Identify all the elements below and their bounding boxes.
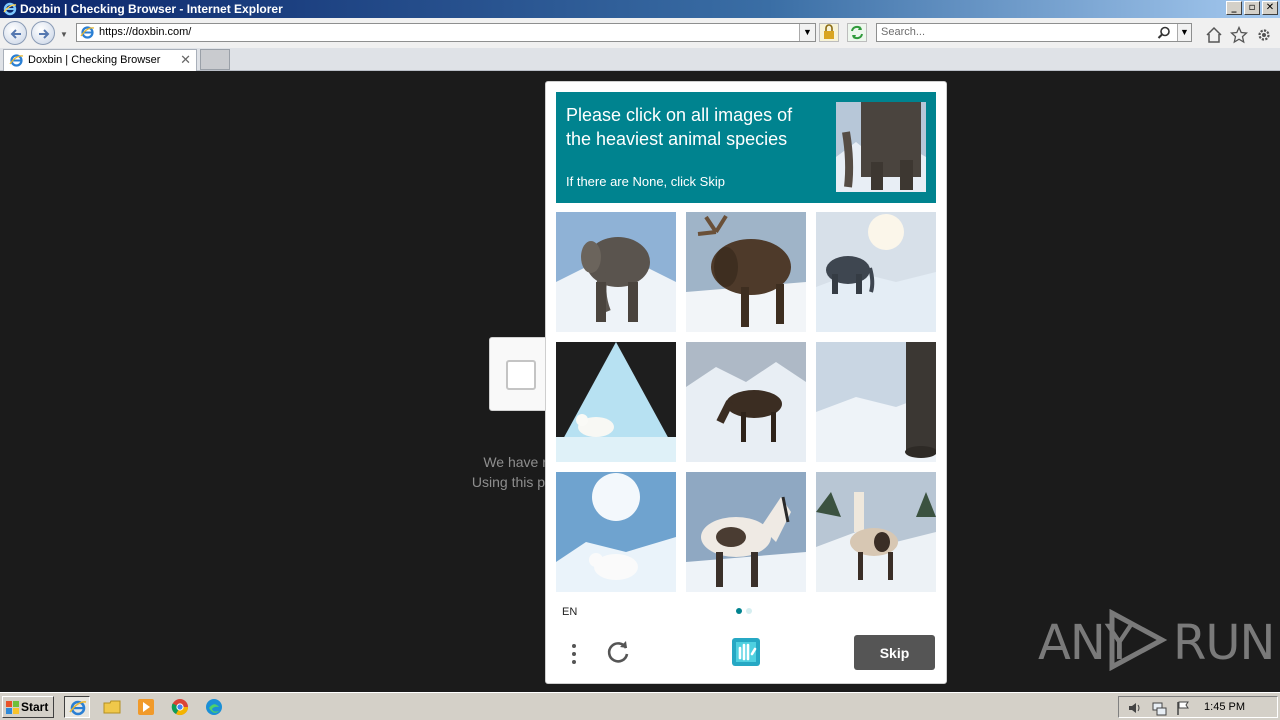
close-window-button[interactable]: ✕ bbox=[1262, 1, 1278, 15]
lock-button[interactable] bbox=[819, 23, 839, 42]
compatibility-refresh-button[interactable] bbox=[847, 23, 867, 42]
refresh-challenge-icon[interactable] bbox=[604, 638, 632, 666]
search-box[interactable]: ▼ bbox=[876, 23, 1192, 42]
image-tile-2[interactable] bbox=[686, 212, 806, 332]
page-dot-active bbox=[736, 608, 742, 614]
edge-icon bbox=[206, 699, 222, 715]
minimize-button[interactable]: _ bbox=[1226, 1, 1242, 15]
challenge-prompt: Please click on all images of the heavie… bbox=[556, 92, 936, 203]
internet-explorer-icon bbox=[80, 26, 95, 39]
prompt-text: Please click on all images of the heavie… bbox=[566, 105, 793, 149]
forward-arrow-icon bbox=[39, 29, 50, 39]
refresh-arrows-icon bbox=[851, 25, 863, 40]
internet-explorer-icon bbox=[3, 2, 17, 16]
taskbar-edge[interactable] bbox=[201, 696, 227, 718]
menu-dots-icon[interactable] bbox=[566, 642, 582, 666]
network-icon[interactable] bbox=[1151, 700, 1167, 716]
action-center-flag-icon[interactable] bbox=[1175, 700, 1191, 716]
example-image bbox=[836, 102, 926, 192]
chrome-icon bbox=[171, 699, 189, 716]
internet-explorer-icon bbox=[69, 700, 87, 716]
skip-button[interactable]: Skip bbox=[854, 635, 935, 670]
image-tile-4[interactable] bbox=[556, 342, 676, 462]
prompt-subtext: If there are None, click Skip bbox=[566, 174, 725, 189]
home-icon[interactable] bbox=[1205, 26, 1223, 44]
speaker-icon[interactable] bbox=[1127, 700, 1143, 716]
image-tile-9[interactable] bbox=[816, 472, 936, 592]
internet-explorer-icon bbox=[9, 54, 24, 67]
maximize-button[interactable]: ▫ bbox=[1244, 1, 1260, 15]
media-player-icon bbox=[138, 699, 154, 715]
file-explorer-icon bbox=[103, 700, 121, 714]
favorites-star-icon[interactable] bbox=[1230, 26, 1248, 44]
navigation-bar: ▼ https://doxbin.com/ ▼ ▼ bbox=[0, 18, 1280, 48]
hcaptcha-challenge: Please click on all images of the heavie… bbox=[545, 81, 947, 684]
back-button[interactable] bbox=[3, 21, 27, 45]
address-bar[interactable]: https://doxbin.com/ ▼ bbox=[76, 23, 816, 42]
windows-logo-icon bbox=[6, 701, 19, 714]
clock[interactable]: 1:45 PM bbox=[1204, 701, 1245, 713]
hcaptcha-logo-icon bbox=[732, 638, 760, 666]
search-input[interactable] bbox=[881, 26, 1151, 38]
image-tile-3[interactable] bbox=[816, 212, 936, 332]
taskbar-media-player[interactable] bbox=[133, 696, 159, 718]
page-indicator bbox=[736, 608, 752, 614]
window-title: Doxbin | Checking Browser - Internet Exp… bbox=[20, 2, 283, 16]
new-tab-button[interactable] bbox=[200, 49, 230, 70]
taskbar-chrome[interactable] bbox=[167, 696, 193, 718]
forward-button[interactable] bbox=[31, 21, 55, 45]
watermark-right: RUN bbox=[1173, 615, 1275, 671]
tab-bar: Doxbin | Checking Browser ✕ bbox=[0, 48, 1280, 71]
tab-title: Doxbin | Checking Browser bbox=[28, 54, 161, 66]
image-tile-6[interactable] bbox=[816, 342, 936, 462]
window-titlebar: Doxbin | Checking Browser - Internet Exp… bbox=[0, 0, 1280, 18]
taskbar: Start 1:45 PM bbox=[0, 692, 1280, 720]
image-tile-7[interactable] bbox=[556, 472, 676, 592]
image-tile-5[interactable] bbox=[686, 342, 806, 462]
gear-icon[interactable] bbox=[1255, 26, 1273, 44]
start-label: Start bbox=[21, 700, 49, 714]
back-arrow-icon bbox=[10, 29, 21, 39]
image-tile-1[interactable] bbox=[556, 212, 676, 332]
address-dropdown-icon[interactable]: ▼ bbox=[799, 24, 815, 41]
verify-checkbox[interactable] bbox=[506, 360, 536, 390]
image-tile-8[interactable] bbox=[686, 472, 806, 592]
search-icon[interactable] bbox=[1157, 26, 1171, 40]
address-url[interactable]: https://doxbin.com/ bbox=[99, 26, 191, 38]
search-dropdown-icon[interactable]: ▼ bbox=[1177, 24, 1191, 41]
tab-doxbin[interactable]: Doxbin | Checking Browser ✕ bbox=[3, 49, 197, 71]
play-logo-icon bbox=[1109, 609, 1168, 671]
language-selector[interactable]: EN bbox=[562, 606, 577, 618]
padlock-icon bbox=[824, 24, 834, 39]
close-tab-icon[interactable]: ✕ bbox=[180, 52, 191, 68]
start-button[interactable]: Start bbox=[2, 696, 54, 718]
system-tray: 1:45 PM bbox=[1118, 696, 1278, 718]
taskbar-file-explorer[interactable] bbox=[99, 696, 125, 718]
history-dropdown-icon[interactable]: ▼ bbox=[60, 30, 68, 39]
taskbar-internet-explorer[interactable] bbox=[64, 696, 90, 718]
page-dot bbox=[746, 608, 752, 614]
